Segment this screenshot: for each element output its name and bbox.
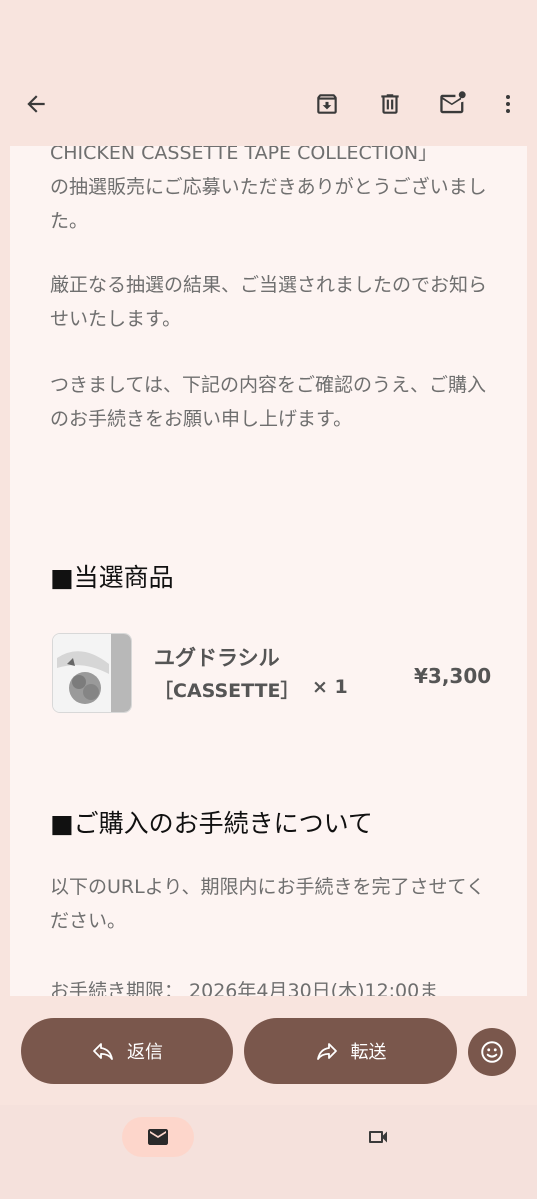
procedure-text: 以下のURLより、期限内にお手続きを完了させてください。: [50, 876, 485, 932]
archive-icon: [317, 94, 337, 114]
email-toolbar: [0, 0, 537, 148]
product-thumbnail[interactable]: [52, 633, 132, 713]
forward-button[interactable]: 転送: [244, 1018, 457, 1084]
emoji-icon: [481, 1041, 503, 1063]
emoji-reaction-button[interactable]: [468, 1028, 516, 1076]
delete-button[interactable]: [370, 84, 410, 124]
mail-icon: [148, 1129, 168, 1145]
trash-icon: [381, 94, 399, 114]
archive-button[interactable]: [307, 84, 347, 124]
deadline-line: お手続き期限： 2026年4月30日(木)12:00ま: [50, 980, 439, 996]
more-options-button[interactable]: [488, 84, 528, 124]
email-body: CHICKEN CASSETTE TAPE COLLECTION」 の抽選販売に…: [10, 146, 527, 996]
product-image-icon: [53, 634, 131, 712]
email-paragraph-request: つきましては、下記の内容をご確認のうえ、ご購入のお手続きをお願い申し上げます。: [50, 374, 487, 430]
winning-product-heading: ■当選商品: [50, 563, 174, 592]
product-quantity: × 1: [312, 676, 348, 698]
email-clipped-line: CHICKEN CASSETTE TAPE COLLECTION」: [50, 146, 438, 164]
mark-unread-button[interactable]: [433, 84, 473, 124]
more-vertical-icon: [506, 95, 510, 113]
nav-mail-tab[interactable]: [122, 1117, 194, 1157]
nav-meet-tab[interactable]: [356, 1117, 400, 1157]
bottom-navigation: [0, 1105, 537, 1199]
product-variant: ［CASSETTE］: [154, 680, 300, 702]
reply-label: 返信: [127, 1042, 163, 1063]
back-button[interactable]: [16, 84, 56, 124]
mail-unread-icon: [440, 91, 466, 114]
email-paragraph-result: 厳正なる抽選の結果、ご当選されましたのでお知らせいたします。: [50, 274, 488, 330]
reply-button[interactable]: 返信: [21, 1018, 233, 1084]
product-name: ユグドラシル: [154, 646, 280, 670]
arrow-left-icon: [27, 95, 45, 113]
procedure-heading: ■ご購入のお手続きについて: [50, 809, 373, 838]
reply-icon: [93, 1043, 113, 1060]
video-icon: [369, 1131, 387, 1143]
email-paragraph-thanks: の抽選販売にご応募いただきありがとうございました。: [50, 176, 487, 232]
forward-label: 転送: [350, 1042, 387, 1063]
forward-icon: [316, 1043, 337, 1060]
product-price: ¥3,300: [414, 664, 492, 688]
